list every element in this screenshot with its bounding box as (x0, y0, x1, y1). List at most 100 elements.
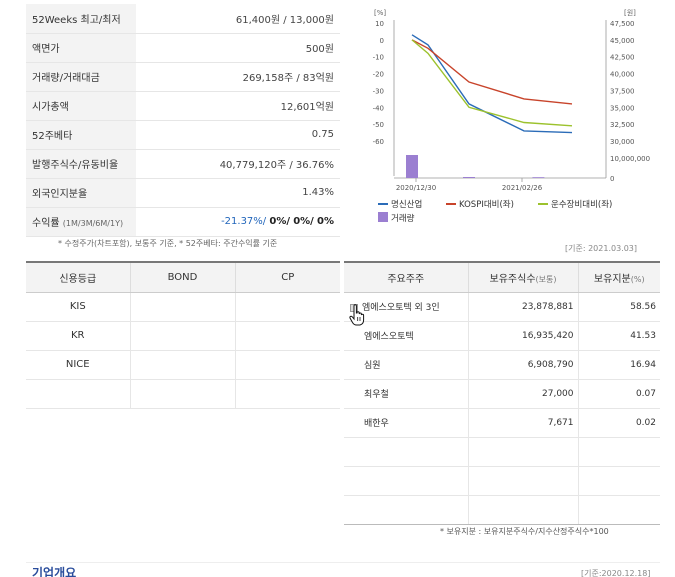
credit-agency: KR (26, 321, 130, 351)
volume-bar (406, 155, 418, 178)
credit-bond (129, 350, 235, 380)
holders-header-pct-label: 보유지분 (593, 273, 631, 285)
return-label-text: 수익률 (32, 218, 60, 229)
legend-label-transport: 운수장비대비(좌) (551, 199, 612, 210)
holder-pct: 58.56 (577, 292, 660, 322)
credit-agency: KIS (26, 292, 130, 322)
info-row: 52주베타 0.75 (26, 120, 340, 150)
info-value: 12,601억원 (136, 91, 340, 121)
credit-bond (129, 292, 235, 322)
holders-row-empty (344, 437, 660, 467)
left-tick-label: -30 (373, 87, 384, 95)
info-value: 61,400원 / 13,000원 (136, 4, 340, 34)
info-value: 269,158주 / 83억원 (136, 62, 340, 92)
legend-swatch-volume (378, 212, 388, 222)
credit-header-rating: 신용등급 (26, 262, 130, 293)
left-tick-label: -20 (373, 71, 384, 79)
holder-name: 심원 (344, 350, 468, 380)
volume-tick-label: 0 (610, 175, 614, 183)
holders-header-name: 주요주주 (344, 262, 468, 293)
info-label: 52Weeks 최고/최저 (26, 4, 136, 34)
return-label: 수익률 (1M/3M/6M/1Y) (26, 207, 136, 237)
legend-label-myungshin: 명신산업 (391, 199, 422, 210)
holders-header-shares-sub: (보통) (535, 274, 557, 284)
holders-header-row: 주요주주 보유주식수(보통) 보유지분(%) (344, 262, 660, 293)
return-row: 수익률 (1M/3M/6M/1Y) -21.37%/ 0%/ 0%/ 0% (26, 207, 340, 237)
holders-row-group[interactable]: 엠에스오토텍 외 3인 23,878,881 58.56 (344, 292, 660, 322)
return-3m: 0%/ (269, 216, 290, 227)
info-row: 52Weeks 최고/최저 61,400원 / 13,000원 (26, 4, 340, 34)
left-tick-label: 10 (375, 20, 384, 28)
credit-row: NICE (26, 350, 340, 380)
right-tick-label: 45,000 (610, 37, 635, 45)
return-1y: 0% (317, 216, 334, 227)
right-tick-label: 35,000 (610, 104, 635, 112)
stock-info-table: 52Weeks 최고/최저 61,400원 / 13,000원 액면가 500원… (26, 4, 340, 237)
left-unit-label: [%] (374, 9, 386, 17)
right-tick-label: 37,500 (610, 87, 635, 95)
holders-row: 배한우 7,671 0.02 (344, 408, 660, 438)
holders-header-pct: 보유지분(%) (577, 262, 660, 293)
holders-row-empty (344, 466, 660, 496)
basis-note: * 수정주가(차트포함), 보통주 기준, * 52주베타: 주간수익률 기준 (58, 239, 278, 248)
credit-row: KR (26, 321, 340, 351)
info-value: 40,779,120주 / 36.76% (136, 149, 340, 179)
volume-tick-label: 10,000,000 (610, 155, 650, 163)
credit-agency (26, 379, 130, 409)
info-label: 52주베타 (26, 120, 136, 150)
credit-header-row: 신용등급 BOND CP (26, 262, 340, 293)
holders-header-shares: 보유주식수(보통) (467, 262, 578, 293)
company-overview-title[interactable]: 기업개요 (32, 564, 76, 577)
info-row: 발행주식수/유동비율 40,779,120주 / 36.76% (26, 149, 340, 179)
empty-cell (577, 466, 660, 496)
volume-bar (532, 177, 545, 178)
credit-header-bond: BOND (129, 262, 235, 293)
shareholding-footnote: * 보유지분 : 보유지분주식수/지수산정주식수*100 (440, 527, 609, 536)
holder-shares: 27,000 (467, 379, 578, 409)
right-tick-label: 32,500 (610, 121, 635, 129)
holders-header-shares-label: 보유주식수 (489, 273, 536, 285)
info-value: 500원 (136, 33, 340, 63)
company-overview-date: [기준:2020.12.18] (581, 569, 651, 577)
holder-name: 최우철 (344, 379, 468, 409)
right-tick-label: 30,000 (610, 138, 635, 146)
legend-label-kospi: KOSPI대비(좌) (459, 200, 514, 210)
holder-shares: 7,671 (467, 408, 578, 438)
series-line-2 (411, 39, 573, 127)
hand-pointer-icon (349, 304, 365, 326)
info-label: 외국인지분율 (26, 178, 136, 208)
empty-cell (344, 437, 468, 467)
x-tick-label: 2020/12/30 (396, 184, 436, 192)
credit-agency: NICE (26, 350, 130, 380)
holder-shares: 16,935,420 (467, 321, 578, 351)
price-chart-svg: [%] [원] 10 0 -10 -20 -30 -40 -50 -60 47,500 45,0… (373, 8, 651, 224)
left-tick-label: 0 (380, 37, 384, 45)
series-line-1 (411, 39, 573, 105)
holders-row-empty (344, 495, 660, 525)
credit-row: KIS (26, 292, 340, 322)
empty-cell (577, 495, 660, 525)
right-tick-label: 40,000 (610, 71, 635, 79)
info-row: 외국인지분율 1.43% (26, 178, 340, 208)
credit-row (26, 379, 340, 409)
basis-date: [기준: 2021.03.03] (565, 244, 638, 253)
info-label: 거래량/거래대금 (26, 62, 136, 92)
return-label-sub: (1M/3M/6M/1Y) (62, 219, 124, 228)
credit-cp (234, 350, 340, 380)
credit-bond (129, 379, 235, 409)
info-label: 시가총액 (26, 91, 136, 121)
holder-name-text: 엠에스오토텍 외 3인 (362, 303, 440, 313)
credit-cp (234, 321, 340, 351)
right-unit-label: [원] (624, 8, 636, 17)
credit-rating-table: 신용등급 BOND CP KIS KR NICE (26, 261, 340, 409)
holder-pct: 41.53 (577, 321, 660, 351)
return-values: -21.37%/ 0%/ 0%/ 0% (136, 207, 340, 237)
right-tick-label: 47,500 (610, 20, 635, 28)
major-shareholders-table: 주요주주 보유주식수(보통) 보유지분(%) 엠에스오토텍 외 3인 23,87… (344, 261, 660, 525)
info-value: 0.75 (136, 120, 340, 150)
credit-bond (129, 321, 235, 351)
empty-cell (344, 495, 468, 525)
holders-header-pct-sub: (%) (630, 274, 645, 284)
left-tick-label: -10 (373, 54, 384, 62)
credit-cp (234, 292, 340, 322)
